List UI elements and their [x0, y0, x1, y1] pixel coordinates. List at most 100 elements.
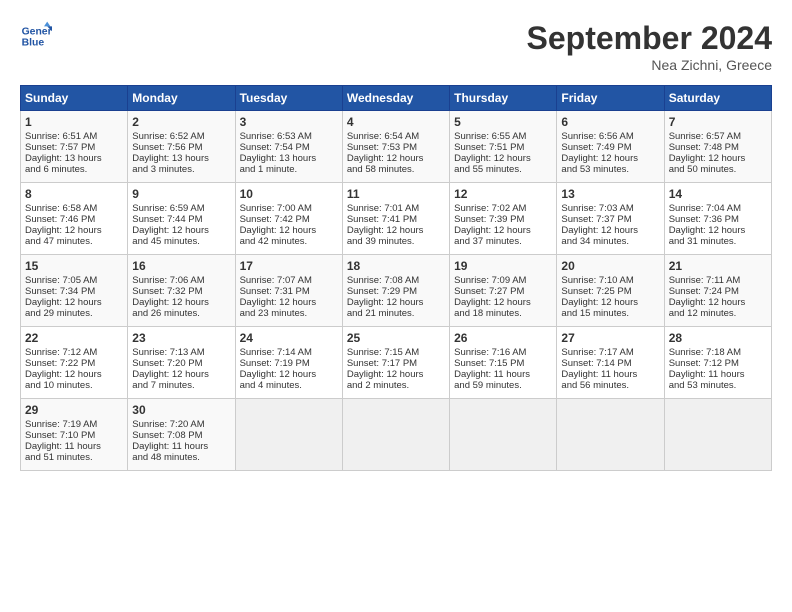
calendar-table: Sunday Monday Tuesday Wednesday Thursday…: [20, 85, 772, 471]
day-info: Daylight: 13 hours: [25, 153, 123, 164]
day-info: Sunrise: 7:08 AM: [347, 275, 445, 286]
day-info: Sunset: 7:44 PM: [132, 214, 230, 225]
day-info: Sunrise: 6:55 AM: [454, 131, 552, 142]
day-info: and 2 minutes.: [347, 380, 445, 391]
day-info: Sunset: 7:51 PM: [454, 142, 552, 153]
day-info: Daylight: 12 hours: [561, 297, 659, 308]
day-info: and 3 minutes.: [132, 164, 230, 175]
day-info: and 1 minute.: [240, 164, 338, 175]
day-info: Sunrise: 7:00 AM: [240, 203, 338, 214]
day-info: Daylight: 13 hours: [240, 153, 338, 164]
day-number: 28: [669, 331, 767, 345]
day-info: Sunrise: 6:56 AM: [561, 131, 659, 142]
day-info: Daylight: 12 hours: [240, 225, 338, 236]
day-number: 29: [25, 403, 123, 417]
day-info: Daylight: 12 hours: [561, 225, 659, 236]
day-info: Daylight: 12 hours: [454, 225, 552, 236]
title-block: September 2024 Nea Zichni, Greece: [527, 20, 772, 73]
day-number: 19: [454, 259, 552, 273]
day-number: 16: [132, 259, 230, 273]
day-info: Sunset: 7:39 PM: [454, 214, 552, 225]
day-info: Sunrise: 7:12 AM: [25, 347, 123, 358]
day-info: Sunset: 7:10 PM: [25, 430, 123, 441]
day-number: 17: [240, 259, 338, 273]
empty-cell: [342, 399, 449, 471]
svg-text:Blue: Blue: [22, 38, 45, 49]
day-info: Daylight: 12 hours: [561, 153, 659, 164]
day-info: Daylight: 12 hours: [132, 297, 230, 308]
day-info: and 48 minutes.: [132, 452, 230, 463]
day-number: 22: [25, 331, 123, 345]
day-info: Daylight: 12 hours: [25, 225, 123, 236]
day-number: 13: [561, 187, 659, 201]
day-info: and 50 minutes.: [669, 164, 767, 175]
calendar-day-cell: 26Sunrise: 7:16 AMSunset: 7:15 PMDayligh…: [450, 327, 557, 399]
day-number: 12: [454, 187, 552, 201]
day-info: Daylight: 12 hours: [347, 225, 445, 236]
calendar-week-row: 15Sunrise: 7:05 AMSunset: 7:34 PMDayligh…: [21, 255, 772, 327]
calendar-day-cell: 4Sunrise: 6:54 AMSunset: 7:53 PMDaylight…: [342, 111, 449, 183]
day-info: and 34 minutes.: [561, 236, 659, 247]
day-info: Daylight: 12 hours: [25, 369, 123, 380]
day-info: and 23 minutes.: [240, 308, 338, 319]
calendar-day-cell: 11Sunrise: 7:01 AMSunset: 7:41 PMDayligh…: [342, 183, 449, 255]
day-info: Daylight: 12 hours: [240, 297, 338, 308]
day-info: Sunset: 7:14 PM: [561, 358, 659, 369]
day-info: and 51 minutes.: [25, 452, 123, 463]
day-info: and 39 minutes.: [347, 236, 445, 247]
calendar-week-row: 8Sunrise: 6:58 AMSunset: 7:46 PMDaylight…: [21, 183, 772, 255]
day-info: Daylight: 12 hours: [132, 225, 230, 236]
calendar-day-cell: 24Sunrise: 7:14 AMSunset: 7:19 PMDayligh…: [235, 327, 342, 399]
day-info: Sunrise: 6:51 AM: [25, 131, 123, 142]
day-info: Sunrise: 7:05 AM: [25, 275, 123, 286]
calendar-day-cell: 23Sunrise: 7:13 AMSunset: 7:20 PMDayligh…: [128, 327, 235, 399]
calendar-day-cell: 17Sunrise: 7:07 AMSunset: 7:31 PMDayligh…: [235, 255, 342, 327]
calendar-day-cell: 5Sunrise: 6:55 AMSunset: 7:51 PMDaylight…: [450, 111, 557, 183]
day-info: Sunset: 7:34 PM: [25, 286, 123, 297]
day-info: Sunrise: 6:58 AM: [25, 203, 123, 214]
day-info: Daylight: 13 hours: [132, 153, 230, 164]
day-number: 24: [240, 331, 338, 345]
day-info: and 26 minutes.: [132, 308, 230, 319]
calendar-day-cell: 14Sunrise: 7:04 AMSunset: 7:36 PMDayligh…: [664, 183, 771, 255]
day-info: Daylight: 12 hours: [25, 297, 123, 308]
svg-text:General: General: [22, 26, 52, 37]
col-monday: Monday: [128, 86, 235, 111]
col-thursday: Thursday: [450, 86, 557, 111]
day-info: and 29 minutes.: [25, 308, 123, 319]
day-info: Sunset: 7:27 PM: [454, 286, 552, 297]
calendar-day-cell: 25Sunrise: 7:15 AMSunset: 7:17 PMDayligh…: [342, 327, 449, 399]
col-wednesday: Wednesday: [342, 86, 449, 111]
calendar-day-cell: 16Sunrise: 7:06 AMSunset: 7:32 PMDayligh…: [128, 255, 235, 327]
day-info: and 53 minutes.: [561, 164, 659, 175]
day-info: Daylight: 12 hours: [347, 297, 445, 308]
day-number: 26: [454, 331, 552, 345]
day-info: and 37 minutes.: [454, 236, 552, 247]
day-info: Sunset: 7:46 PM: [25, 214, 123, 225]
day-number: 9: [132, 187, 230, 201]
day-info: and 56 minutes.: [561, 380, 659, 391]
calendar-day-cell: 15Sunrise: 7:05 AMSunset: 7:34 PMDayligh…: [21, 255, 128, 327]
day-info: Daylight: 12 hours: [669, 225, 767, 236]
day-info: and 10 minutes.: [25, 380, 123, 391]
day-info: Daylight: 12 hours: [347, 369, 445, 380]
day-info: Sunset: 7:25 PM: [561, 286, 659, 297]
day-info: Sunrise: 7:01 AM: [347, 203, 445, 214]
empty-cell: [557, 399, 664, 471]
day-info: and 21 minutes.: [347, 308, 445, 319]
day-info: and 6 minutes.: [25, 164, 123, 175]
day-info: Daylight: 11 hours: [25, 441, 123, 452]
day-number: 1: [25, 115, 123, 129]
day-info: Daylight: 11 hours: [132, 441, 230, 452]
day-info: and 58 minutes.: [347, 164, 445, 175]
day-info: Sunrise: 7:10 AM: [561, 275, 659, 286]
day-number: 2: [132, 115, 230, 129]
day-number: 30: [132, 403, 230, 417]
calendar-day-cell: 19Sunrise: 7:09 AMSunset: 7:27 PMDayligh…: [450, 255, 557, 327]
day-info: Sunrise: 7:09 AM: [454, 275, 552, 286]
day-info: and 7 minutes.: [132, 380, 230, 391]
day-info: Sunset: 7:15 PM: [454, 358, 552, 369]
day-number: 25: [347, 331, 445, 345]
day-info: Daylight: 12 hours: [132, 369, 230, 380]
calendar-day-cell: 27Sunrise: 7:17 AMSunset: 7:14 PMDayligh…: [557, 327, 664, 399]
